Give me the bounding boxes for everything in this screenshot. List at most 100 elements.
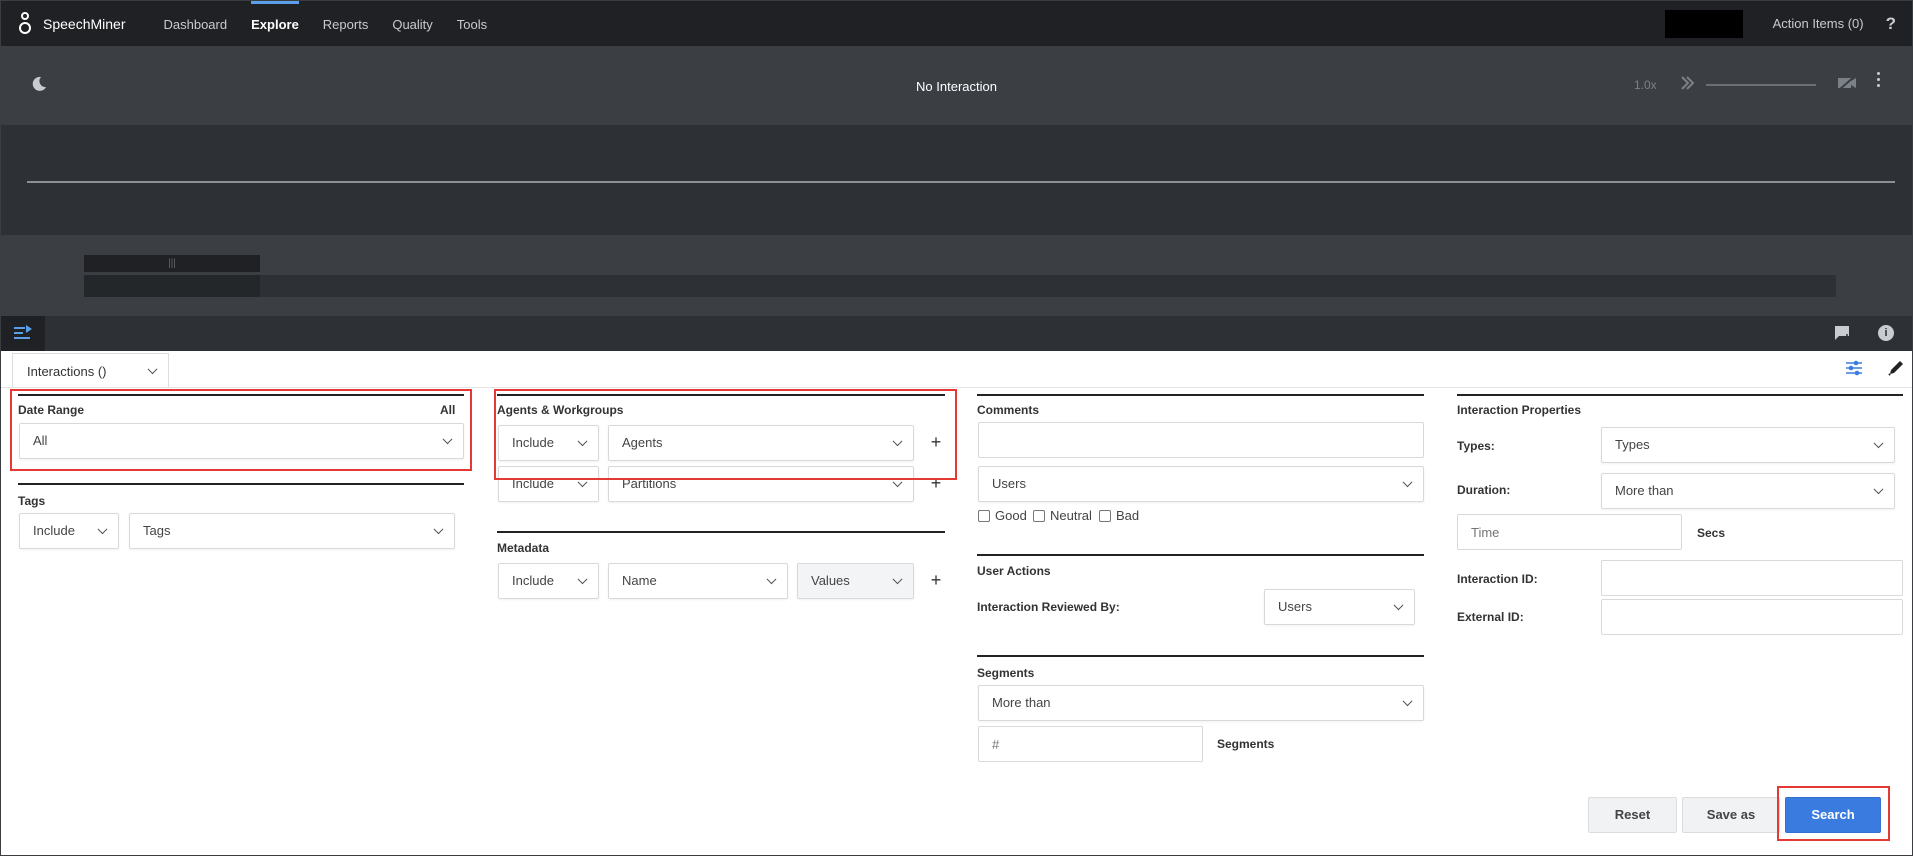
- filter-settings-icon[interactable]: [1844, 359, 1864, 377]
- comments-divider: [977, 394, 1424, 396]
- reset-button[interactable]: Reset: [1588, 797, 1677, 833]
- metadata-include-value: Include: [512, 573, 554, 588]
- good-label: Good: [995, 508, 1027, 523]
- external-id-label: External ID:: [1457, 610, 1524, 624]
- metadata-values-dropdown[interactable]: Values: [797, 563, 914, 599]
- tags-dropdown[interactable]: Tags: [129, 513, 455, 549]
- interaction-properties-title: Interaction Properties: [1457, 403, 1582, 417]
- tags-include-dropdown[interactable]: Include: [19, 513, 119, 549]
- duration-time-input[interactable]: [1457, 514, 1682, 550]
- timeline-segment: [84, 275, 260, 297]
- segments-divider: [977, 655, 1424, 657]
- interaction-id-input[interactable]: [1601, 560, 1903, 596]
- info-icon[interactable]: i: [1878, 325, 1894, 341]
- metadata-values-value: Values: [811, 573, 850, 588]
- user-actions-title: User Actions: [977, 564, 1051, 578]
- duration-value: More than: [1615, 483, 1674, 498]
- bad-checkbox[interactable]: Bad: [1099, 508, 1139, 523]
- playback-rate-icon[interactable]: [1679, 74, 1697, 92]
- interactions-tab-dropdown[interactable]: Interactions (): [12, 353, 169, 387]
- save-as-button[interactable]: Save as: [1682, 797, 1780, 833]
- nav-quality[interactable]: Quality: [380, 1, 444, 46]
- timeline-track[interactable]: [84, 275, 1836, 297]
- metadata-title: Metadata: [497, 541, 550, 555]
- chevron-down-icon: [433, 524, 444, 535]
- nav-tools[interactable]: Tools: [445, 1, 499, 46]
- edit-pencil-icon[interactable]: [1887, 359, 1905, 377]
- waveform[interactable]: [1, 125, 1912, 235]
- duration-dropdown[interactable]: More than: [1601, 473, 1895, 509]
- reviewed-by-value: Users: [1278, 599, 1312, 614]
- user-menu[interactable]: [1664, 9, 1743, 38]
- player-title: No Interaction: [916, 79, 997, 94]
- search-panel: Interactions () Date Range All All Tags …: [1, 351, 1912, 855]
- tab-bar: Interactions (): [1, 351, 1912, 388]
- external-id-input[interactable]: [1601, 599, 1903, 635]
- timeline[interactable]: |||: [1, 235, 1912, 316]
- chevron-down-icon: [1402, 477, 1413, 488]
- nav-dashboard[interactable]: Dashboard: [152, 1, 240, 46]
- interaction-properties-divider: [1457, 394, 1903, 396]
- bad-label: Bad: [1116, 508, 1140, 523]
- chevron-down-icon: [1402, 696, 1413, 707]
- comments-users-value: Users: [992, 476, 1026, 491]
- player-toolbar: i: [1, 316, 1912, 351]
- neutral-label: Neutral: [1050, 508, 1092, 523]
- tags-include-value: Include: [33, 523, 75, 538]
- segments-mode-value: More than: [992, 695, 1051, 710]
- types-dropdown[interactable]: Types: [1601, 427, 1895, 463]
- chevron-down-icon: [766, 574, 777, 585]
- genesys-logo-icon: [17, 10, 35, 38]
- metadata-name-dropdown[interactable]: Name: [608, 563, 788, 599]
- secs-label: Secs: [1697, 526, 1726, 540]
- more-options-icon[interactable]: [1877, 72, 1881, 90]
- interaction-id-label: Interaction ID:: [1457, 572, 1538, 586]
- metadata-divider: [497, 531, 945, 533]
- volume-slider[interactable]: [1706, 84, 1816, 86]
- chevron-down-icon: [1873, 438, 1884, 449]
- segments-count-input[interactable]: [978, 726, 1203, 762]
- interactions-tab-label: Interactions (): [27, 364, 107, 379]
- add-comment-icon[interactable]: [1834, 325, 1852, 341]
- chevron-down-icon: [147, 363, 158, 374]
- segments-unit-label: Segments: [1217, 737, 1275, 751]
- segments-title: Segments: [977, 666, 1035, 680]
- reviewed-by-dropdown[interactable]: Users: [1264, 589, 1415, 625]
- duration-label: Duration:: [1457, 483, 1511, 497]
- metadata-name-value: Name: [622, 573, 657, 588]
- search-highlight: [1777, 786, 1890, 841]
- types-value: Types: [1615, 437, 1650, 452]
- nav-reports[interactable]: Reports: [311, 1, 381, 46]
- list-toggle-icon[interactable]: [1, 316, 45, 351]
- chevron-down-icon: [1393, 600, 1404, 611]
- app-name: SpeechMiner: [43, 15, 126, 32]
- comments-title: Comments: [977, 403, 1040, 417]
- app-logo[interactable]: SpeechMiner: [17, 1, 152, 46]
- waveform-line: [27, 181, 1895, 183]
- action-items-link[interactable]: Action Items (0): [1773, 16, 1864, 31]
- reviewed-by-label: Interaction Reviewed By:: [977, 600, 1120, 614]
- chevron-down-icon: [1873, 484, 1884, 495]
- segments-mode-dropdown[interactable]: More than: [978, 685, 1424, 721]
- neutral-checkbox[interactable]: Neutral: [1033, 508, 1092, 523]
- chevron-down-icon: [892, 574, 903, 585]
- tags-divider: [18, 483, 464, 485]
- comments-users-dropdown[interactable]: Users: [978, 466, 1424, 502]
- tags-title: Tags: [18, 494, 46, 508]
- add-metadata-button[interactable]: +: [929, 570, 943, 591]
- timeline-marker[interactable]: |||: [84, 255, 260, 272]
- agents-highlight: [494, 389, 957, 480]
- playback-speed[interactable]: 1.0x: [1634, 78, 1657, 92]
- types-label: Types:: [1457, 439, 1495, 453]
- top-nav: SpeechMiner Dashboard Explore Reports Qu…: [1, 1, 1912, 46]
- date-range-highlight: [10, 389, 472, 471]
- nav-explore[interactable]: Explore: [239, 1, 311, 46]
- media-player: No Interaction 1.0x: [1, 46, 1912, 125]
- comments-input[interactable]: [978, 422, 1424, 458]
- tags-value: Tags: [143, 523, 171, 538]
- chevron-down-icon: [577, 574, 588, 585]
- metadata-include-dropdown[interactable]: Include: [498, 563, 599, 599]
- good-checkbox[interactable]: Good: [978, 508, 1027, 523]
- help-icon[interactable]: ?: [1886, 14, 1896, 34]
- video-off-icon[interactable]: [1837, 74, 1857, 92]
